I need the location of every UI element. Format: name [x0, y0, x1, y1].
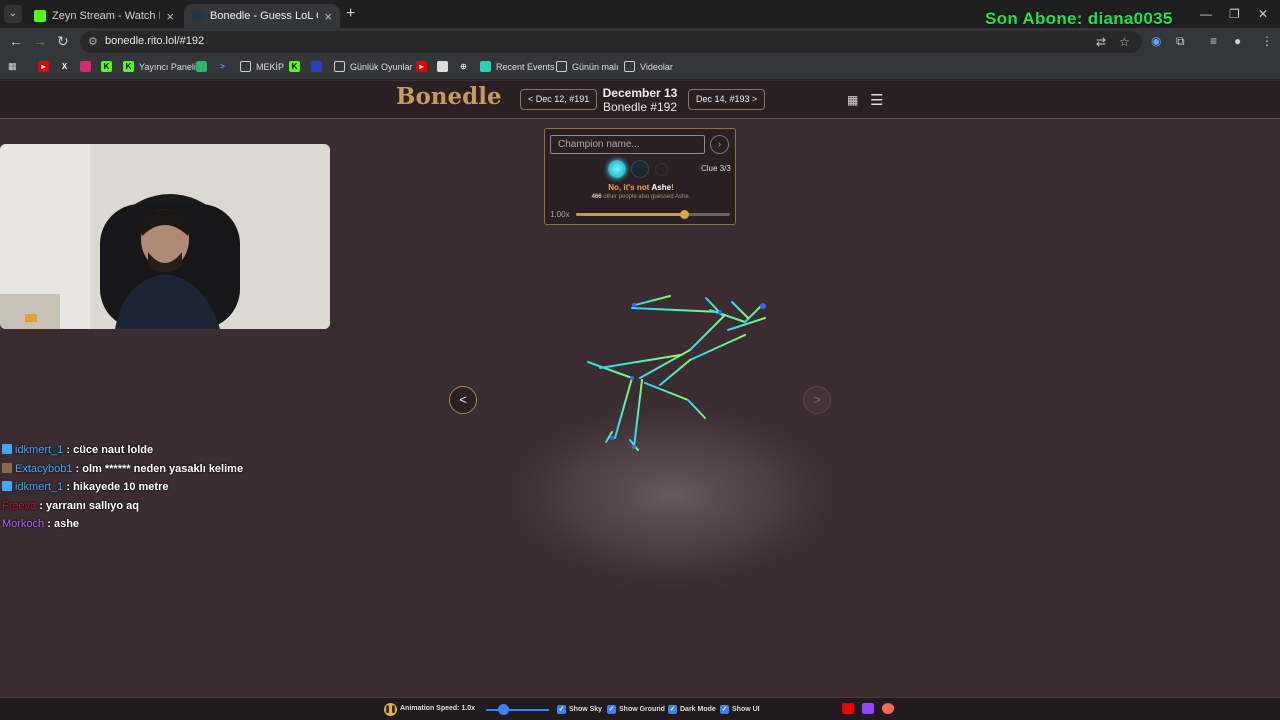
checkbox-icon: ✓ [668, 705, 677, 714]
dark-mode-toggle[interactable]: ✓ Dark Mode [668, 705, 716, 714]
chat-message: Freeva : yarraını sallıyo aq [2, 499, 139, 512]
patreon-icon[interactable] [882, 703, 894, 714]
chat-message: idkmert_1 : cüce naut lolde [2, 444, 243, 463]
chat-message: Extacybob1 : olm ****** neden yasaklı ke… [2, 462, 243, 482]
chat-overlay: idkmert_1 : cüce naut lolde Extacybob1 :… [2, 444, 243, 537]
music-badge-icon [2, 462, 12, 473]
checkbox-icon: ✓ [720, 705, 729, 714]
show-ground-toggle[interactable]: ✓ Show Ground [607, 705, 665, 714]
next-view-button[interactable]: > [803, 386, 831, 414]
show-ui-toggle[interactable]: ✓ Show UI [720, 705, 760, 714]
show-sky-toggle[interactable]: ✓ Show Sky [557, 705, 602, 714]
checkbox-icon: ✓ [607, 705, 616, 714]
prev-view-button[interactable]: < [449, 386, 477, 414]
ground-shadow [482, 390, 862, 600]
bottom-control-bar: ❚❚ Animation Speed: 1.0x ✓ Show Sky ✓ Show… [0, 697, 1280, 720]
youtube-icon[interactable] [842, 703, 854, 714]
skeleton-stage [482, 295, 862, 600]
twitch-icon[interactable] [862, 703, 874, 714]
pause-icon[interactable]: ❚❚ [384, 703, 397, 716]
subscriber-badge-icon [2, 444, 12, 454]
subscriber-badge-icon [2, 481, 12, 491]
animation-speed-slider[interactable] [486, 709, 549, 711]
chat-message: Morkoch : ashe [2, 518, 80, 530]
animation-speed-label: Animation Speed: 1.0x [400, 705, 476, 712]
checkbox-icon: ✓ [557, 705, 566, 714]
chat-message: idkmert_1 : hikayede 10 metre [2, 481, 243, 500]
animation-speed-thumb[interactable] [498, 704, 509, 715]
